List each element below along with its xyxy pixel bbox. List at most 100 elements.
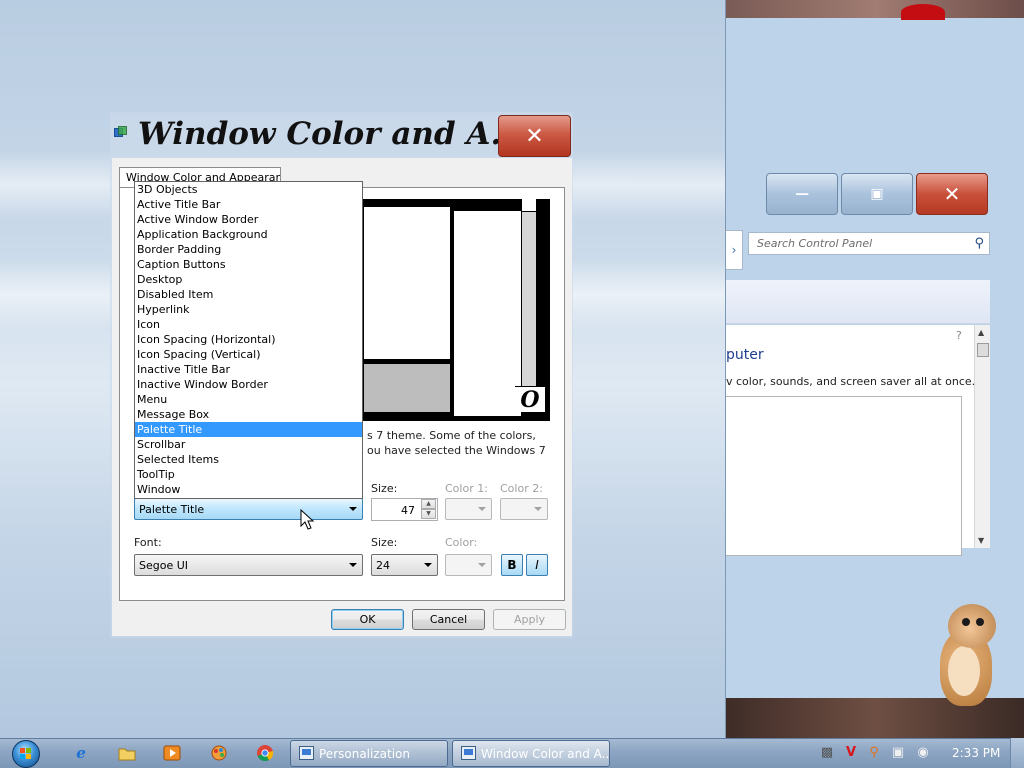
scroll-thumb[interactable] (977, 343, 989, 357)
mouse-cursor-icon (300, 509, 315, 530)
dropdown-option[interactable]: Active Title Bar (135, 197, 362, 212)
color1-label: Color 1: (445, 482, 488, 495)
item-select[interactable]: Palette Title (134, 498, 363, 520)
volume-icon[interactable]: ◉ (915, 745, 931, 761)
media-player-icon[interactable] (160, 742, 184, 764)
preview-scrollbar (522, 212, 536, 392)
font-color-picker[interactable] (445, 554, 492, 576)
dropdown-option[interactable]: Message Box (135, 407, 362, 422)
color2-label: Color 2: (500, 482, 543, 495)
font-label: Font: (134, 536, 162, 549)
window-icon (299, 746, 314, 760)
help-icon[interactable]: ? (956, 329, 962, 342)
tray-search-icon[interactable]: ⚲ (866, 745, 882, 761)
dialog-description: s 7 theme. Some of the colors, ou have s… (367, 429, 546, 457)
paint-app-icon[interactable] (207, 742, 231, 764)
search-placeholder: Search Control Panel (757, 237, 873, 250)
window-icon (461, 746, 476, 760)
font-select[interactable]: Segoe UI (134, 554, 363, 576)
close-icon: ✕ (525, 123, 544, 149)
font-color-label: Color: (445, 536, 478, 549)
cancel-button[interactable]: Cancel (412, 609, 485, 630)
dropdown-option[interactable]: Inactive Title Bar (135, 362, 362, 377)
chevron-down-icon (478, 507, 486, 511)
page-heading: puter (726, 347, 764, 363)
font-select-value: Segoe UI (139, 559, 189, 572)
dialog-title: Window Color and A... (138, 116, 523, 152)
dropdown-option[interactable]: Scrollbar (135, 437, 362, 452)
nav-dropdown-button[interactable]: › (726, 230, 743, 270)
page-description: v color, sounds, and screen saver all at… (726, 375, 976, 388)
dropdown-option[interactable]: Application Background (135, 227, 362, 242)
antivirus-icon[interactable]: V (843, 745, 859, 761)
dropdown-option[interactable]: Disabled Item (135, 287, 362, 302)
dropdown-option[interactable]: Icon (135, 317, 362, 332)
system-clock[interactable]: 2:33 PM (952, 746, 1000, 760)
spin-down-icon[interactable]: ▼ (421, 509, 436, 519)
dropdown-option[interactable]: Window (135, 482, 362, 497)
ok-button[interactable]: OK (331, 609, 404, 630)
preview-scroll-arrow (522, 199, 536, 211)
network-icon[interactable]: ▣ (890, 745, 906, 761)
close-button[interactable]: ✕ (916, 173, 988, 215)
spin-up-icon[interactable]: ▲ (421, 499, 436, 509)
dialog-close-button[interactable]: ✕ (498, 115, 571, 157)
chrome-icon[interactable] (253, 742, 277, 764)
chevron-down-icon (424, 563, 432, 567)
show-desktop-button[interactable] (1010, 738, 1024, 768)
preview-glyph: O (515, 386, 545, 413)
tray-app-icon[interactable]: ▩ (819, 745, 835, 761)
dropdown-option[interactable]: Palette Title (135, 422, 362, 437)
dropdown-option[interactable]: 3D Objects (135, 182, 362, 197)
taskbar-item-personalization[interactable]: Personalization (290, 740, 448, 767)
item-dropdown-list[interactable]: 3D Objects Active Title Bar Active Window … (134, 181, 363, 499)
wallpaper-strip (726, 0, 1024, 20)
folder-icon[interactable] (115, 742, 139, 764)
minimize-button[interactable]: ─ (766, 173, 838, 215)
dropdown-option[interactable]: Selected Items (135, 452, 362, 467)
dropdown-option[interactable]: ToolTip (135, 467, 362, 482)
chevron-down-icon (349, 507, 357, 511)
windows-logo-icon (20, 748, 32, 760)
dropdown-option[interactable]: Icon Spacing (Vertical) (135, 347, 362, 362)
color1-picker[interactable] (445, 498, 492, 520)
maximize-icon: ▣ (870, 186, 884, 202)
ie-icon[interactable]: e (69, 742, 93, 764)
start-button[interactable] (7, 740, 47, 768)
preview-message-pane (364, 364, 450, 412)
dropdown-option[interactable]: Desktop (135, 272, 362, 287)
preview-palette-pane (454, 211, 521, 416)
control-panel-toolbar (726, 280, 990, 324)
scroll-down-icon[interactable]: ▼ (978, 536, 984, 545)
dropdown-option[interactable]: Inactive Window Border (135, 377, 362, 392)
dropdown-option[interactable]: Menu (135, 392, 362, 407)
preview-window-pane (364, 207, 450, 359)
font-size-value: 24 (376, 559, 390, 572)
chevron-right-icon: › (731, 243, 737, 257)
item-size-label: Size: (371, 482, 398, 495)
search-icon[interactable]: ⚲ (974, 236, 984, 251)
font-size-label: Size: (371, 536, 398, 549)
bold-toggle[interactable]: B (501, 554, 523, 576)
scroll-up-icon[interactable]: ▲ (978, 328, 984, 337)
dropdown-option[interactable]: Border Padding (135, 242, 362, 257)
dropdown-option[interactable]: Caption Buttons (135, 257, 362, 272)
italic-toggle[interactable]: I (526, 554, 548, 576)
item-select-value: Palette Title (139, 503, 205, 516)
font-size-select[interactable]: 24 (371, 554, 438, 576)
dropdown-option[interactable]: Icon Spacing (Horizontal) (135, 332, 362, 347)
minimize-icon: ─ (795, 182, 809, 206)
dropdown-option[interactable]: Active Window Border (135, 212, 362, 227)
taskbar-item-window-color[interactable]: Window Color and A... (452, 740, 610, 767)
vertical-scrollbar[interactable]: ▲ ▼ (974, 325, 990, 548)
maximize-button[interactable]: ▣ (841, 173, 913, 215)
item-size-stepper[interactable]: 47 ▲ ▼ (371, 498, 438, 521)
control-panel-content: ? puter v color, sounds, and screen save… (726, 325, 990, 556)
color2-picker[interactable] (500, 498, 548, 520)
search-input[interactable]: Search Control Panel ⚲ (748, 232, 990, 255)
apply-button[interactable]: Apply (493, 609, 566, 630)
dropdown-option[interactable]: Hyperlink (135, 302, 362, 317)
chevron-down-icon (534, 507, 542, 511)
item-size-value: 47 (401, 504, 415, 517)
theme-list[interactable] (726, 396, 962, 556)
